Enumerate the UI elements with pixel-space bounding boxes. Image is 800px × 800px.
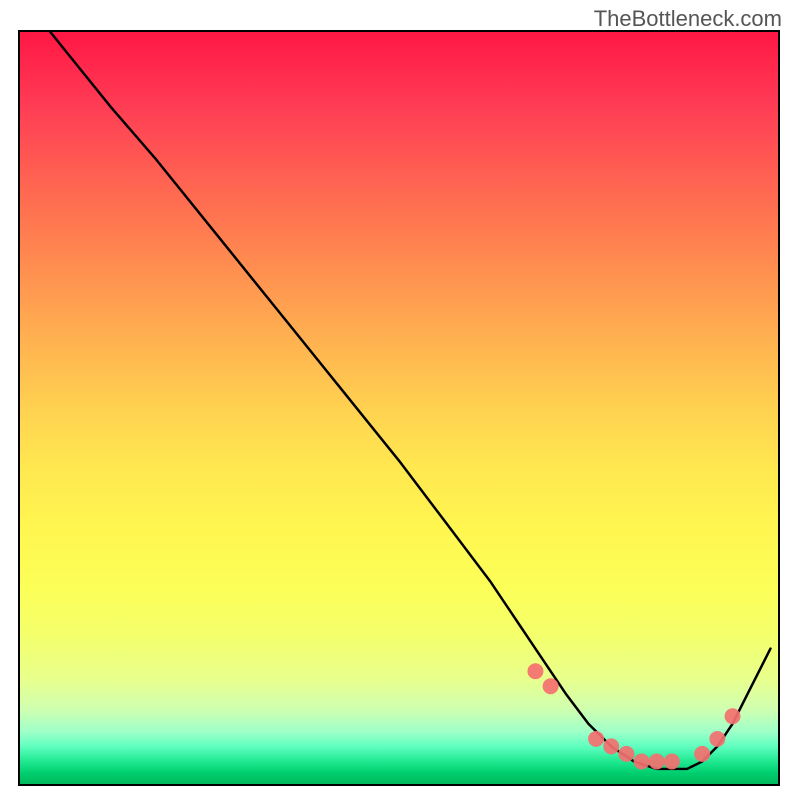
curve-marker — [725, 708, 741, 724]
curve-marker — [649, 753, 665, 769]
curve-markers-group — [527, 663, 740, 769]
curve-marker — [664, 753, 680, 769]
watermark-text: TheBottleneck.com — [594, 6, 782, 32]
curve-marker — [588, 731, 604, 747]
curve-marker — [543, 678, 559, 694]
curve-marker — [527, 663, 543, 679]
bottleneck-curve — [50, 32, 770, 769]
curve-marker — [709, 731, 725, 747]
curve-marker — [634, 753, 650, 769]
chart-svg — [20, 32, 778, 784]
curve-marker — [618, 746, 634, 762]
chart-plot-area — [18, 30, 780, 786]
curve-marker — [603, 738, 619, 754]
curve-marker — [694, 746, 710, 762]
